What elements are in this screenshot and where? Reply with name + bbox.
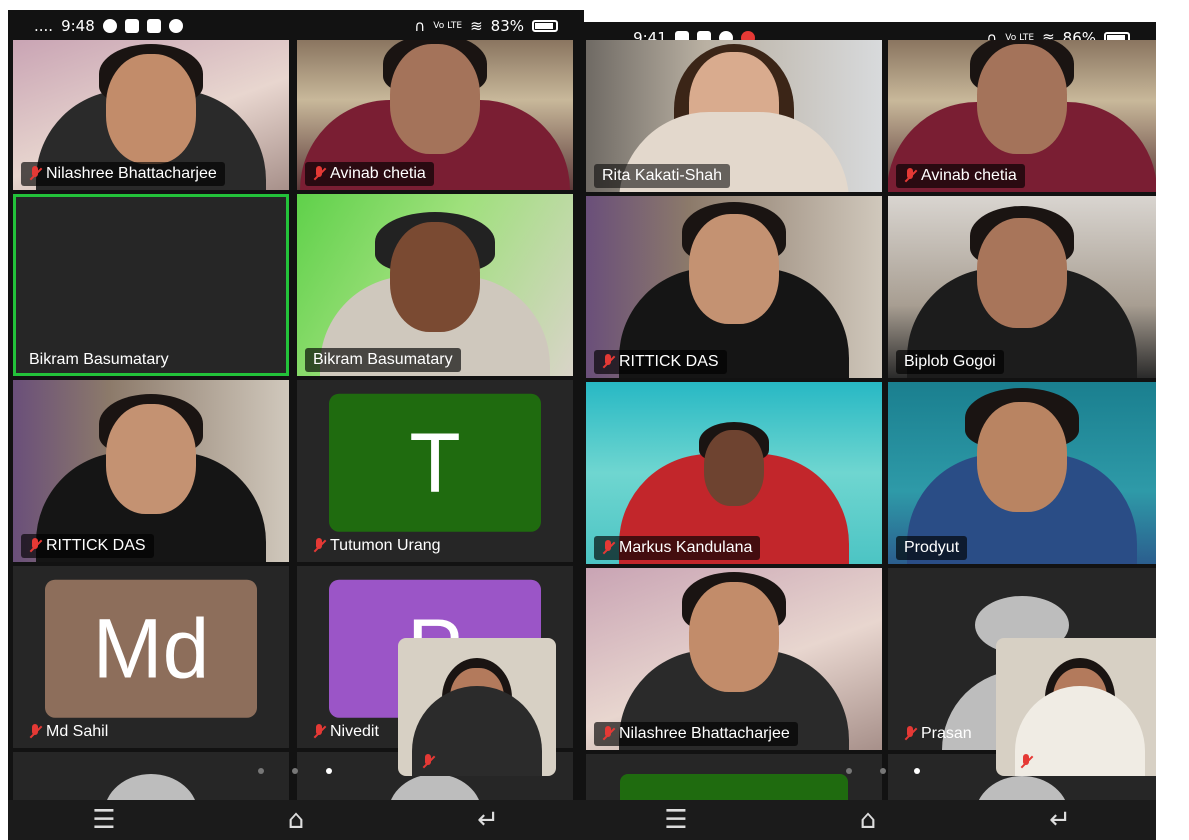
participant-name: Avinab chetia bbox=[305, 162, 434, 186]
back-icon[interactable]: ↵ bbox=[458, 805, 518, 835]
whatsapp-icon bbox=[102, 19, 117, 33]
phone-screenshot-right: .... 9:41 ∩ Vo LTE ≋ 86% Rita Kakati-Sha… bbox=[580, 22, 1156, 840]
participant-name: RITTICK DAS bbox=[21, 534, 154, 558]
mic-off-icon bbox=[29, 538, 41, 554]
participant-tile[interactable]: Prodyut bbox=[888, 382, 1156, 564]
participant-name: Bikram Basumatary bbox=[305, 348, 461, 372]
participant-tile[interactable]: Avinab chetia bbox=[888, 40, 1156, 192]
avatar bbox=[620, 774, 848, 800]
signal-icon: .... bbox=[34, 17, 54, 35]
youtube-icon bbox=[146, 19, 161, 33]
participant-name: Prodyut bbox=[896, 536, 968, 560]
menu-icon[interactable]: ☰ bbox=[74, 805, 134, 835]
system-nav-bar: ☰ ⌂ ↵ bbox=[580, 800, 1156, 840]
participant-tile[interactable]: Bikram Basumatary bbox=[297, 194, 573, 376]
notification-icon bbox=[124, 19, 139, 33]
mic-off-icon bbox=[1020, 754, 1032, 770]
participant-tile[interactable]: Markus Kandulana bbox=[586, 382, 882, 564]
headphones-icon: ∩ bbox=[414, 17, 426, 35]
mic-off-icon bbox=[602, 540, 614, 556]
phone-screenshot-left: .... 9:48 ∩ Vo LTE ≋ 83% Nilashree Bhatt… bbox=[8, 10, 584, 840]
participant-tile[interactable] bbox=[586, 754, 882, 800]
back-icon[interactable]: ↵ bbox=[1030, 805, 1090, 835]
participant-name: Md Sahil bbox=[21, 720, 116, 744]
participant-name: Bikram Basumatary bbox=[29, 351, 169, 368]
page-dot bbox=[846, 768, 852, 774]
participant-tile[interactable] bbox=[13, 752, 289, 806]
participant-name: Nivedit bbox=[305, 720, 387, 744]
page-indicator bbox=[258, 768, 332, 774]
mic-off-icon bbox=[422, 754, 434, 770]
battery-icon bbox=[532, 20, 558, 32]
home-icon[interactable]: ⌂ bbox=[838, 805, 898, 835]
participant-tile[interactable]: Bikram Basumatary bbox=[13, 194, 289, 376]
page-dot-active bbox=[914, 768, 920, 774]
participant-tile[interactable]: RITTICK DAS bbox=[13, 380, 289, 562]
participant-name: Nilashree Bhattacharjee bbox=[21, 162, 225, 186]
participant-name: Rita Kakati-Shah bbox=[594, 164, 731, 188]
status-bar: .... 9:48 ∩ Vo LTE ≋ 83% bbox=[8, 10, 584, 42]
self-view[interactable] bbox=[996, 638, 1156, 776]
participant-name: Nilashree Bhattacharjee bbox=[594, 722, 798, 746]
mic-off-icon bbox=[602, 354, 614, 370]
participant-name: Markus Kandulana bbox=[594, 536, 761, 560]
mic-off-icon bbox=[29, 166, 41, 182]
mic-off-icon bbox=[313, 166, 325, 182]
mic-off-icon bbox=[313, 724, 325, 740]
mic-off-icon bbox=[904, 726, 916, 742]
page-indicator bbox=[846, 768, 920, 774]
participant-tile[interactable]: RITTICK DAS bbox=[586, 196, 882, 378]
participant-name: Avinab chetia bbox=[896, 164, 1025, 188]
mic-off-icon bbox=[602, 726, 614, 742]
participant-name: Prasan bbox=[896, 722, 980, 746]
page-dot-active bbox=[326, 768, 332, 774]
participant-name: Biplob Gogoi bbox=[896, 350, 1004, 374]
participant-name: RITTICK DAS bbox=[594, 350, 727, 374]
page-dot bbox=[258, 768, 264, 774]
mic-off-icon bbox=[29, 724, 41, 740]
participant-name: Tutumon Urang bbox=[305, 534, 449, 558]
mic-off-icon bbox=[904, 168, 916, 184]
avatar: Md bbox=[45, 579, 257, 718]
battery-percent: 83% bbox=[490, 17, 524, 35]
volte-icon: Vo LTE bbox=[433, 21, 463, 31]
participant-tile[interactable]: Biplob Gogoi bbox=[888, 196, 1156, 378]
participant-tile[interactable]: Nilashree Bhattacharjee bbox=[13, 40, 289, 190]
avatar: T bbox=[329, 393, 541, 532]
participant-tile[interactable]: T Tutumon Urang bbox=[297, 380, 573, 562]
clock: 9:48 bbox=[61, 17, 95, 35]
page-dot bbox=[880, 768, 886, 774]
participant-tile[interactable]: Md Md Sahil bbox=[13, 566, 289, 748]
wifi-icon: ≋ bbox=[470, 17, 483, 35]
app-icon bbox=[168, 19, 183, 33]
self-view[interactable] bbox=[398, 638, 556, 776]
page-dot bbox=[292, 768, 298, 774]
participant-tile[interactable]: Rita Kakati-Shah bbox=[586, 40, 882, 192]
participant-tile[interactable]: Avinab chetia bbox=[297, 40, 573, 190]
participant-tile[interactable]: Nilashree Bhattacharjee bbox=[586, 568, 882, 750]
mic-off-icon bbox=[313, 538, 325, 554]
system-nav-bar: ☰ ⌂ ↵ bbox=[8, 800, 584, 840]
home-icon[interactable]: ⌂ bbox=[266, 805, 326, 835]
menu-icon[interactable]: ☰ bbox=[646, 805, 706, 835]
